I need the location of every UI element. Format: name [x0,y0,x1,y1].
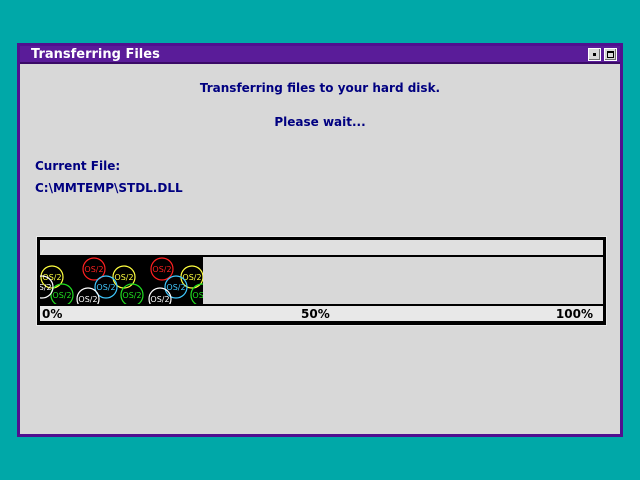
progress-fill: OS/2OS/2OS/2OS/2OS/2OS/2OS/2OS/2OS/2OS/2… [40,257,203,304]
minimize-icon[interactable] [588,48,601,61]
os2-logo: OS/2 [76,287,100,304]
scale-mid-label: 50% [301,307,330,321]
os2-logo: OS/2 [120,283,144,304]
svg-text:OS/2: OS/2 [122,291,141,300]
svg-text:OS/2: OS/2 [78,295,97,304]
scale-start-label: 0% [42,307,63,321]
os2-logo-pattern: OS/2OS/2OS/2OS/2OS/2OS/2OS/2OS/2OS/2OS/2… [40,257,203,304]
svg-text:OS/2: OS/2 [114,273,133,282]
svg-text:OS/2: OS/2 [42,273,61,282]
wait-message: Please wait... [274,115,366,129]
svg-text:OS/2: OS/2 [52,291,71,300]
svg-text:OS/2: OS/2 [96,283,115,292]
svg-text:OS/2: OS/2 [150,295,169,304]
title-bar[interactable]: Transferring Files [20,46,620,64]
svg-text:OS/2: OS/2 [152,265,171,274]
progress-track: OS/2OS/2OS/2OS/2OS/2OS/2OS/2OS/2OS/2OS/2… [40,257,603,304]
progress-bar-header [40,240,603,255]
status-message: Transferring files to your hard disk. [199,81,441,95]
progress-scale: 0% 50% 100% [40,306,603,321]
progress-bar: OS/2OS/2OS/2OS/2OS/2OS/2OS/2OS/2OS/2OS/2… [36,236,607,326]
os2-logo: OS/2 [50,283,74,304]
current-file-label: Current File: [35,159,121,173]
svg-text:OS/2: OS/2 [84,265,103,274]
os2-logo: OS/2 [150,257,174,281]
current-file-path: C:\MMTEMP\STDL.DLL [35,181,183,195]
os2-logo: OS/2 [148,287,172,304]
transfer-dialog: Transferring Files Transferring files to… [17,43,623,437]
window-title: Transferring Files [31,47,160,62]
svg-text:OS/2: OS/2 [166,283,185,292]
scale-end-label: 100% [555,307,593,321]
maximize-icon[interactable] [604,48,617,61]
svg-text:OS/2: OS/2 [40,283,52,292]
svg-text:OS/2: OS/2 [192,291,203,300]
